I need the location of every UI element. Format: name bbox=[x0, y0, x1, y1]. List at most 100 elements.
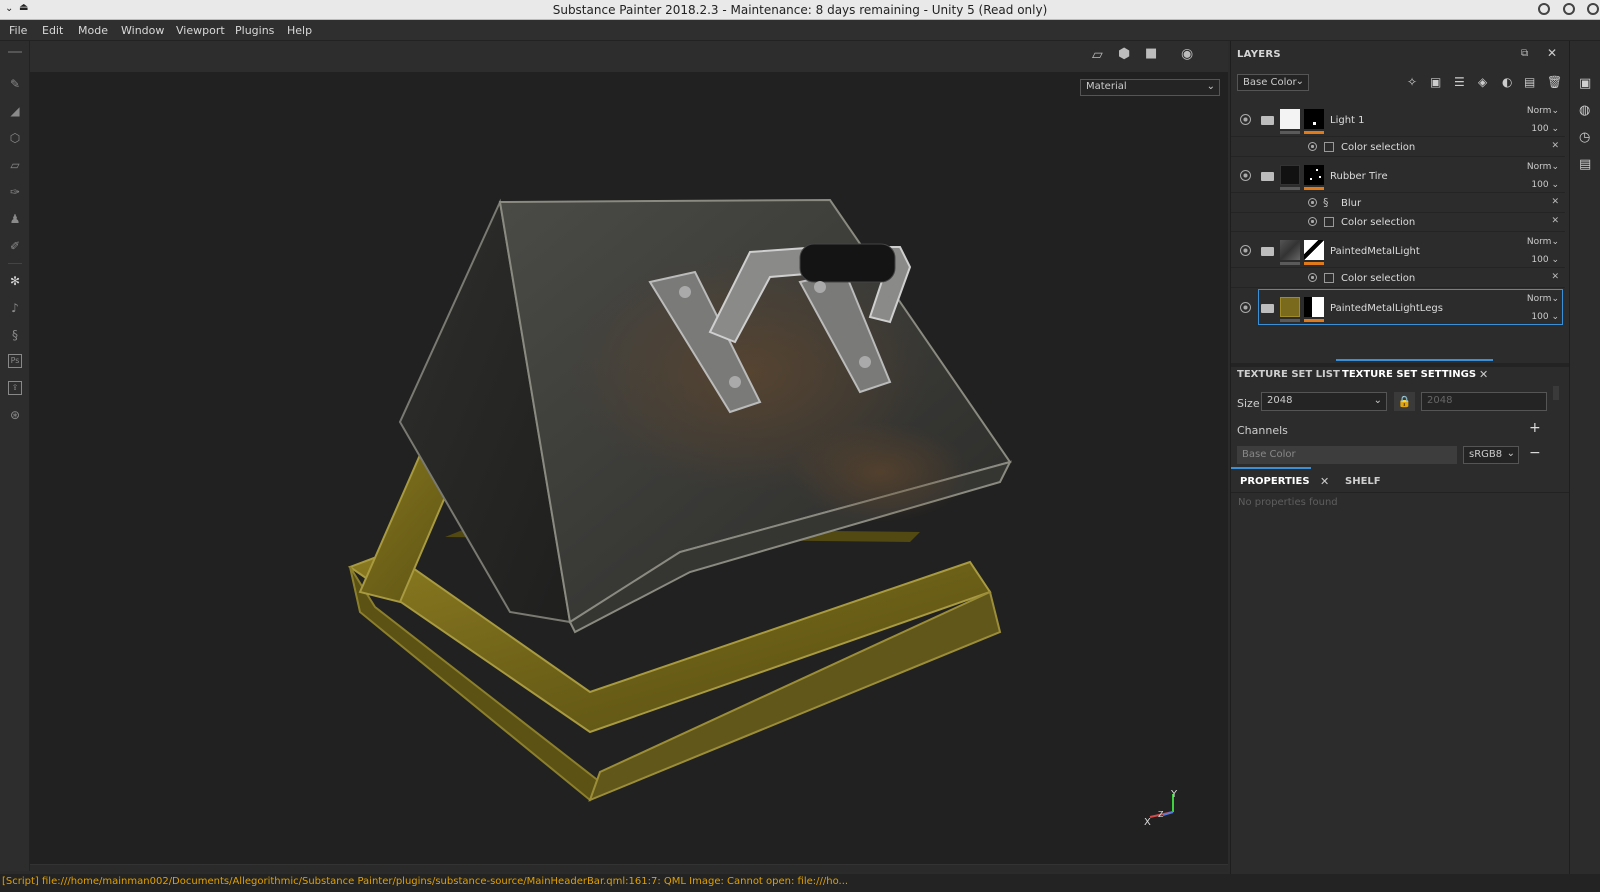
undock-icon[interactable]: ⧉ bbox=[1521, 48, 1528, 59]
layer-mask-thumbnail[interactable] bbox=[1304, 240, 1324, 260]
channel-format-dropdown[interactable]: sRGB8 ⌄ bbox=[1463, 446, 1519, 464]
tab-texture-set-settings[interactable]: TEXTURE SET SETTINGS bbox=[1342, 369, 1476, 380]
visibility-eye-icon[interactable] bbox=[1240, 114, 1251, 125]
tab-texture-set-list[interactable]: TEXTURE SET LIST bbox=[1237, 369, 1340, 380]
layer-content-bar bbox=[1280, 262, 1300, 265]
blend-mode-select[interactable]: Norm⌄ bbox=[1527, 106, 1559, 116]
chevron-down-icon: ⌄ bbox=[1373, 395, 1382, 406]
color-picker-icon[interactable]: ✐ bbox=[8, 239, 22, 253]
visibility-eye-icon[interactable] bbox=[1308, 142, 1317, 151]
smudge-icon[interactable]: ✑ bbox=[8, 185, 22, 199]
camera-icon[interactable]: ■ bbox=[1145, 46, 1157, 61]
menu-viewport[interactable]: Viewport bbox=[176, 24, 225, 37]
effect-row[interactable]: Color selection ✕ bbox=[1231, 138, 1565, 157]
add-effect-icon[interactable]: ✧ bbox=[1407, 75, 1417, 89]
3d-viewport[interactable]: X Y Z bbox=[30, 72, 1228, 864]
size-dropdown[interactable]: 2048 ⌄ bbox=[1261, 392, 1387, 411]
effect-name: Blur bbox=[1341, 198, 1362, 209]
projection-icon[interactable]: ⬡ bbox=[8, 131, 22, 145]
remove-effect-icon[interactable]: ✕ bbox=[1551, 141, 1559, 151]
blend-mode-select[interactable]: Norm⌄ bbox=[1527, 162, 1559, 172]
visibility-eye-icon[interactable] bbox=[1240, 170, 1251, 181]
add-mask-icon[interactable]: ▣ bbox=[1430, 75, 1441, 89]
menu-edit[interactable]: Edit bbox=[42, 24, 63, 37]
channel-base-color[interactable]: Base Color bbox=[1237, 446, 1457, 464]
menu-file[interactable]: File bbox=[9, 24, 27, 37]
add-channel-icon[interactable]: + bbox=[1529, 420, 1541, 436]
menu-window[interactable]: Window bbox=[121, 24, 164, 37]
lock-icon[interactable]: 🔒 bbox=[1394, 392, 1415, 411]
sync-icon[interactable]: ⊛ bbox=[8, 408, 22, 422]
status-bar: [Script] file:///home/mainman002/Documen… bbox=[0, 874, 1600, 892]
visibility-eye-icon[interactable] bbox=[1308, 217, 1317, 226]
layer-row[interactable]: Rubber Tire Norm⌄ 100 ⌄ bbox=[1231, 157, 1565, 193]
effect-row[interactable]: § Blur ✕ bbox=[1231, 194, 1565, 213]
menu-plugins[interactable]: Plugins bbox=[235, 24, 274, 37]
view-mode-icon[interactable]: ▱ bbox=[1092, 47, 1103, 63]
layer-mask-thumbnail[interactable] bbox=[1304, 109, 1324, 129]
settings-gear-icon[interactable]: ✻ bbox=[8, 274, 22, 288]
add-smart-material-icon[interactable]: ◐ bbox=[1502, 75, 1512, 89]
photoshop-icon[interactable]: Ps bbox=[8, 354, 22, 368]
add-layer-icon[interactable]: ☰ bbox=[1454, 75, 1465, 89]
3d-model-render[interactable]: X Y Z bbox=[30, 72, 1228, 864]
tab-shelf[interactable]: SHELF bbox=[1345, 476, 1381, 487]
log-icon[interactable]: ▤ bbox=[1579, 157, 1591, 172]
add-fill-layer-icon[interactable]: ◈ bbox=[1478, 75, 1487, 89]
checkbox-icon bbox=[1324, 273, 1334, 283]
bell-icon[interactable]: ♪ bbox=[8, 301, 22, 315]
paint-brush-icon[interactable]: ✎ bbox=[8, 77, 22, 91]
layer-mask-thumbnail[interactable] bbox=[1304, 165, 1324, 185]
history-icon[interactable]: ◷ bbox=[1579, 130, 1590, 145]
menu-help[interactable]: Help bbox=[287, 24, 312, 37]
panel-splitter[interactable] bbox=[1231, 363, 1570, 367]
clone-stamp-icon[interactable]: ♟ bbox=[8, 212, 22, 226]
opacity-field[interactable]: 100 ⌄ bbox=[1531, 312, 1559, 322]
opacity-field[interactable]: 100 ⌄ bbox=[1531, 124, 1559, 134]
close-window-icon[interactable] bbox=[1587, 3, 1599, 15]
viewport-scrollbar[interactable] bbox=[30, 864, 1228, 872]
blend-mode-select[interactable]: Norm⌄ bbox=[1527, 294, 1559, 304]
layer-row[interactable]: Light 1 Norm⌄ 100 ⌄ bbox=[1231, 101, 1565, 137]
close-icon[interactable]: ✕ bbox=[1479, 368, 1488, 381]
eraser-icon[interactable]: ◢ bbox=[8, 104, 22, 118]
layers-panel-icon[interactable]: ▣ bbox=[1579, 76, 1591, 91]
menu-bar: File Edit Mode Window Viewport Plugins H… bbox=[0, 20, 1600, 41]
polygon-fill-icon[interactable]: ▱ bbox=[8, 158, 22, 172]
size-locked-field: 2048 bbox=[1421, 392, 1547, 411]
channel-format-value: sRGB8 bbox=[1469, 449, 1503, 460]
display-settings-icon[interactable]: ◍ bbox=[1579, 103, 1590, 118]
channel-dropdown[interactable]: Base Color ⌄ bbox=[1237, 74, 1309, 91]
visibility-eye-icon[interactable] bbox=[1308, 273, 1317, 282]
menu-mode[interactable]: Mode bbox=[78, 24, 108, 37]
add-folder-icon[interactable]: ▤ bbox=[1524, 75, 1535, 89]
close-icon[interactable]: ✕ bbox=[1320, 475, 1329, 488]
opacity-field[interactable]: 100 ⌄ bbox=[1531, 180, 1559, 190]
delete-icon[interactable]: 🗑 bbox=[1547, 75, 1562, 89]
opacity-field[interactable]: 100 ⌄ bbox=[1531, 255, 1559, 265]
remove-effect-icon[interactable]: ✕ bbox=[1551, 216, 1559, 226]
visibility-eye-icon[interactable] bbox=[1308, 198, 1317, 207]
remove-channel-icon[interactable]: − bbox=[1529, 445, 1541, 461]
effect-row[interactable]: Color selection ✕ bbox=[1231, 213, 1565, 232]
visibility-eye-icon[interactable] bbox=[1240, 245, 1251, 256]
layer-mask-thumbnail[interactable] bbox=[1304, 297, 1324, 317]
layer-row[interactable]: PaintedMetalLight Norm⌄ 100 ⌄ bbox=[1231, 232, 1565, 268]
remove-effect-icon[interactable]: ✕ bbox=[1551, 272, 1559, 282]
visibility-eye-icon[interactable] bbox=[1240, 302, 1251, 313]
size-dropdown-value: 2048 bbox=[1267, 395, 1293, 406]
close-icon[interactable]: ✕ bbox=[1547, 46, 1557, 60]
screenshot-icon[interactable]: ◉ bbox=[1181, 46, 1193, 62]
substance-icon[interactable]: § bbox=[8, 328, 22, 342]
export-icon[interactable]: ⇪ bbox=[8, 381, 22, 395]
scrollbar[interactable] bbox=[1553, 386, 1559, 400]
maximize-icon[interactable] bbox=[1563, 3, 1575, 15]
minimize-icon[interactable] bbox=[1538, 3, 1550, 15]
blend-mode-select[interactable]: Norm⌄ bbox=[1527, 237, 1559, 247]
display-3d-icon[interactable]: ⬢ bbox=[1118, 46, 1130, 62]
remove-effect-icon[interactable]: ✕ bbox=[1551, 197, 1559, 207]
layer-row[interactable]: PaintedMetalLightLegs Norm⌄ 100 ⌄ bbox=[1231, 289, 1565, 325]
tab-properties[interactable]: PROPERTIES bbox=[1240, 476, 1310, 487]
material-channel-select[interactable]: Material ⌄ bbox=[1080, 79, 1220, 96]
effect-row[interactable]: Color selection ✕ bbox=[1231, 269, 1565, 288]
